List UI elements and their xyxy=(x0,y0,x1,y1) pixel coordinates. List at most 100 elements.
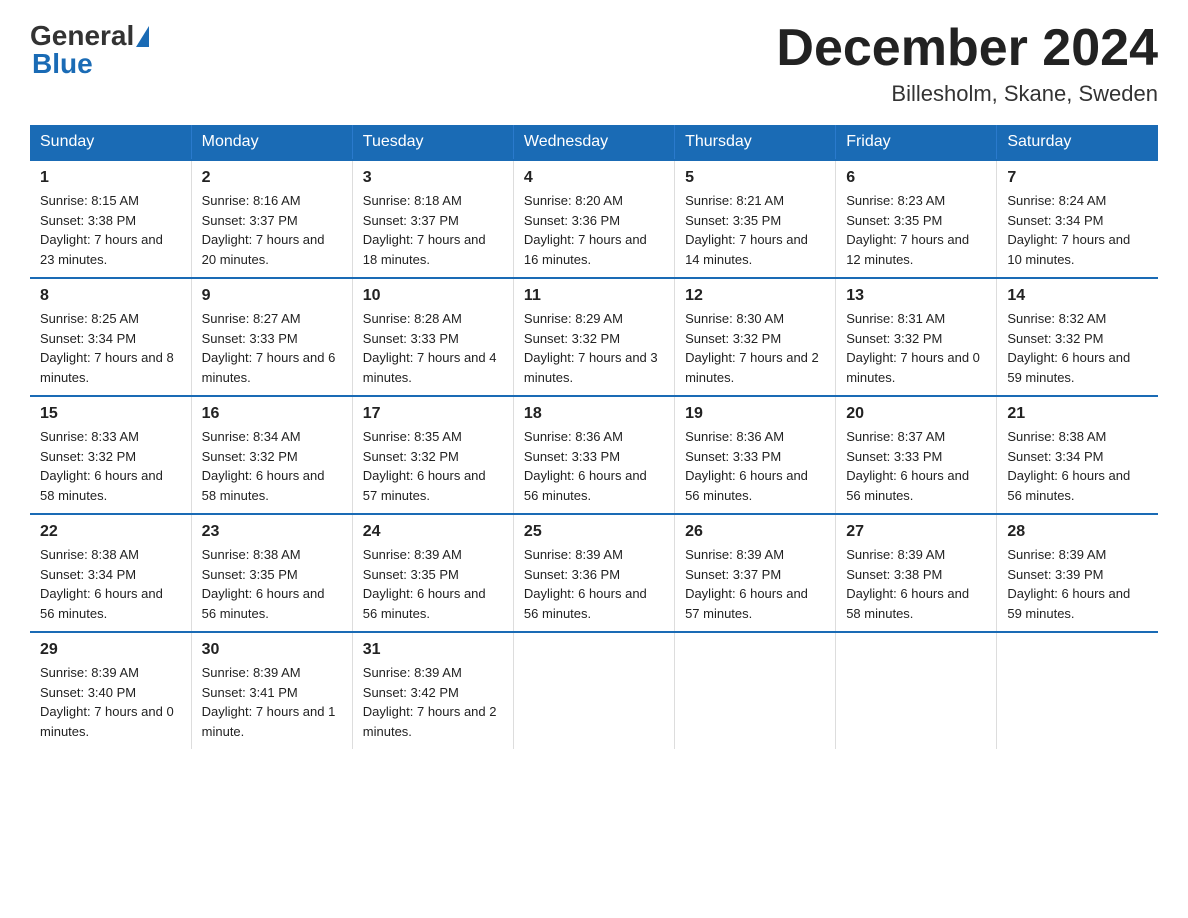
day-cell xyxy=(836,632,997,749)
day-info: Sunrise: 8:35 AMSunset: 3:32 PMDaylight:… xyxy=(363,429,486,503)
day-number: 21 xyxy=(1007,405,1148,423)
day-number: 23 xyxy=(202,523,342,541)
day-info: Sunrise: 8:39 AMSunset: 3:40 PMDaylight:… xyxy=(40,665,174,739)
day-cell: 27 Sunrise: 8:39 AMSunset: 3:38 PMDaylig… xyxy=(836,514,997,632)
day-cell: 23 Sunrise: 8:38 AMSunset: 3:35 PMDaylig… xyxy=(191,514,352,632)
header-monday: Monday xyxy=(191,125,352,160)
day-info: Sunrise: 8:28 AMSunset: 3:33 PMDaylight:… xyxy=(363,311,497,385)
day-cell: 25 Sunrise: 8:39 AMSunset: 3:36 PMDaylig… xyxy=(513,514,674,632)
day-number: 24 xyxy=(363,523,503,541)
day-cell: 2 Sunrise: 8:16 AMSunset: 3:37 PMDayligh… xyxy=(191,160,352,278)
day-number: 3 xyxy=(363,169,503,187)
day-cell: 1 Sunrise: 8:15 AMSunset: 3:38 PMDayligh… xyxy=(30,160,191,278)
day-number: 31 xyxy=(363,641,503,659)
calendar-header-row: SundayMondayTuesdayWednesdayThursdayFrid… xyxy=(30,125,1158,160)
day-info: Sunrise: 8:39 AMSunset: 3:36 PMDaylight:… xyxy=(524,547,647,621)
day-cell: 15 Sunrise: 8:33 AMSunset: 3:32 PMDaylig… xyxy=(30,396,191,514)
day-cell: 13 Sunrise: 8:31 AMSunset: 3:32 PMDaylig… xyxy=(836,278,997,396)
day-number: 19 xyxy=(685,405,825,423)
day-info: Sunrise: 8:36 AMSunset: 3:33 PMDaylight:… xyxy=(685,429,808,503)
day-cell: 6 Sunrise: 8:23 AMSunset: 3:35 PMDayligh… xyxy=(836,160,997,278)
day-info: Sunrise: 8:38 AMSunset: 3:35 PMDaylight:… xyxy=(202,547,325,621)
day-number: 25 xyxy=(524,523,664,541)
day-info: Sunrise: 8:25 AMSunset: 3:34 PMDaylight:… xyxy=(40,311,174,385)
day-info: Sunrise: 8:21 AMSunset: 3:35 PMDaylight:… xyxy=(685,193,808,267)
day-cell: 31 Sunrise: 8:39 AMSunset: 3:42 PMDaylig… xyxy=(352,632,513,749)
day-number: 11 xyxy=(524,287,664,305)
logo-arrow-icon xyxy=(136,26,149,47)
day-number: 14 xyxy=(1007,287,1148,305)
calendar-table: SundayMondayTuesdayWednesdayThursdayFrid… xyxy=(30,125,1158,749)
day-cell: 11 Sunrise: 8:29 AMSunset: 3:32 PMDaylig… xyxy=(513,278,674,396)
day-info: Sunrise: 8:39 AMSunset: 3:38 PMDaylight:… xyxy=(846,547,969,621)
day-number: 13 xyxy=(846,287,986,305)
day-number: 6 xyxy=(846,169,986,187)
day-cell: 29 Sunrise: 8:39 AMSunset: 3:40 PMDaylig… xyxy=(30,632,191,749)
day-cell: 26 Sunrise: 8:39 AMSunset: 3:37 PMDaylig… xyxy=(675,514,836,632)
day-cell: 19 Sunrise: 8:36 AMSunset: 3:33 PMDaylig… xyxy=(675,396,836,514)
day-number: 28 xyxy=(1007,523,1148,541)
header-friday: Friday xyxy=(836,125,997,160)
day-number: 7 xyxy=(1007,169,1148,187)
logo-blue-part: Blue xyxy=(32,48,93,79)
week-row-2: 8 Sunrise: 8:25 AMSunset: 3:34 PMDayligh… xyxy=(30,278,1158,396)
day-cell: 3 Sunrise: 8:18 AMSunset: 3:37 PMDayligh… xyxy=(352,160,513,278)
day-number: 27 xyxy=(846,523,986,541)
day-number: 22 xyxy=(40,523,181,541)
day-info: Sunrise: 8:30 AMSunset: 3:32 PMDaylight:… xyxy=(685,311,819,385)
day-info: Sunrise: 8:29 AMSunset: 3:32 PMDaylight:… xyxy=(524,311,658,385)
day-cell: 12 Sunrise: 8:30 AMSunset: 3:32 PMDaylig… xyxy=(675,278,836,396)
day-number: 30 xyxy=(202,641,342,659)
day-cell: 9 Sunrise: 8:27 AMSunset: 3:33 PMDayligh… xyxy=(191,278,352,396)
week-row-1: 1 Sunrise: 8:15 AMSunset: 3:38 PMDayligh… xyxy=(30,160,1158,278)
day-cell: 16 Sunrise: 8:34 AMSunset: 3:32 PMDaylig… xyxy=(191,396,352,514)
day-cell xyxy=(997,632,1158,749)
day-number: 2 xyxy=(202,169,342,187)
day-cell: 24 Sunrise: 8:39 AMSunset: 3:35 PMDaylig… xyxy=(352,514,513,632)
day-cell: 5 Sunrise: 8:21 AMSunset: 3:35 PMDayligh… xyxy=(675,160,836,278)
day-cell xyxy=(513,632,674,749)
header-thursday: Thursday xyxy=(675,125,836,160)
month-title: December 2024 xyxy=(776,20,1158,77)
day-info: Sunrise: 8:39 AMSunset: 3:37 PMDaylight:… xyxy=(685,547,808,621)
day-info: Sunrise: 8:38 AMSunset: 3:34 PMDaylight:… xyxy=(1007,429,1130,503)
day-cell: 30 Sunrise: 8:39 AMSunset: 3:41 PMDaylig… xyxy=(191,632,352,749)
day-number: 15 xyxy=(40,405,181,423)
day-info: Sunrise: 8:39 AMSunset: 3:39 PMDaylight:… xyxy=(1007,547,1130,621)
day-cell: 10 Sunrise: 8:28 AMSunset: 3:33 PMDaylig… xyxy=(352,278,513,396)
day-cell: 7 Sunrise: 8:24 AMSunset: 3:34 PMDayligh… xyxy=(997,160,1158,278)
day-info: Sunrise: 8:23 AMSunset: 3:35 PMDaylight:… xyxy=(846,193,969,267)
location-subtitle: Billesholm, Skane, Sweden xyxy=(776,81,1158,107)
day-number: 12 xyxy=(685,287,825,305)
page-header: General Blue December 2024 Billesholm, S… xyxy=(30,20,1158,107)
day-info: Sunrise: 8:33 AMSunset: 3:32 PMDaylight:… xyxy=(40,429,163,503)
logo: General Blue xyxy=(30,20,150,80)
day-number: 16 xyxy=(202,405,342,423)
day-info: Sunrise: 8:37 AMSunset: 3:33 PMDaylight:… xyxy=(846,429,969,503)
week-row-3: 15 Sunrise: 8:33 AMSunset: 3:32 PMDaylig… xyxy=(30,396,1158,514)
day-number: 9 xyxy=(202,287,342,305)
week-row-4: 22 Sunrise: 8:38 AMSunset: 3:34 PMDaylig… xyxy=(30,514,1158,632)
day-cell: 21 Sunrise: 8:38 AMSunset: 3:34 PMDaylig… xyxy=(997,396,1158,514)
header-wednesday: Wednesday xyxy=(513,125,674,160)
day-number: 18 xyxy=(524,405,664,423)
day-info: Sunrise: 8:18 AMSunset: 3:37 PMDaylight:… xyxy=(363,193,486,267)
day-number: 1 xyxy=(40,169,181,187)
day-cell: 22 Sunrise: 8:38 AMSunset: 3:34 PMDaylig… xyxy=(30,514,191,632)
day-info: Sunrise: 8:32 AMSunset: 3:32 PMDaylight:… xyxy=(1007,311,1130,385)
day-info: Sunrise: 8:15 AMSunset: 3:38 PMDaylight:… xyxy=(40,193,163,267)
day-info: Sunrise: 8:16 AMSunset: 3:37 PMDaylight:… xyxy=(202,193,325,267)
day-info: Sunrise: 8:38 AMSunset: 3:34 PMDaylight:… xyxy=(40,547,163,621)
day-info: Sunrise: 8:31 AMSunset: 3:32 PMDaylight:… xyxy=(846,311,980,385)
day-cell: 28 Sunrise: 8:39 AMSunset: 3:39 PMDaylig… xyxy=(997,514,1158,632)
week-row-5: 29 Sunrise: 8:39 AMSunset: 3:40 PMDaylig… xyxy=(30,632,1158,749)
day-number: 17 xyxy=(363,405,503,423)
day-info: Sunrise: 8:39 AMSunset: 3:42 PMDaylight:… xyxy=(363,665,497,739)
day-cell: 4 Sunrise: 8:20 AMSunset: 3:36 PMDayligh… xyxy=(513,160,674,278)
header-saturday: Saturday xyxy=(997,125,1158,160)
day-cell: 8 Sunrise: 8:25 AMSunset: 3:34 PMDayligh… xyxy=(30,278,191,396)
day-info: Sunrise: 8:20 AMSunset: 3:36 PMDaylight:… xyxy=(524,193,647,267)
day-number: 8 xyxy=(40,287,181,305)
day-number: 10 xyxy=(363,287,503,305)
day-cell: 17 Sunrise: 8:35 AMSunset: 3:32 PMDaylig… xyxy=(352,396,513,514)
